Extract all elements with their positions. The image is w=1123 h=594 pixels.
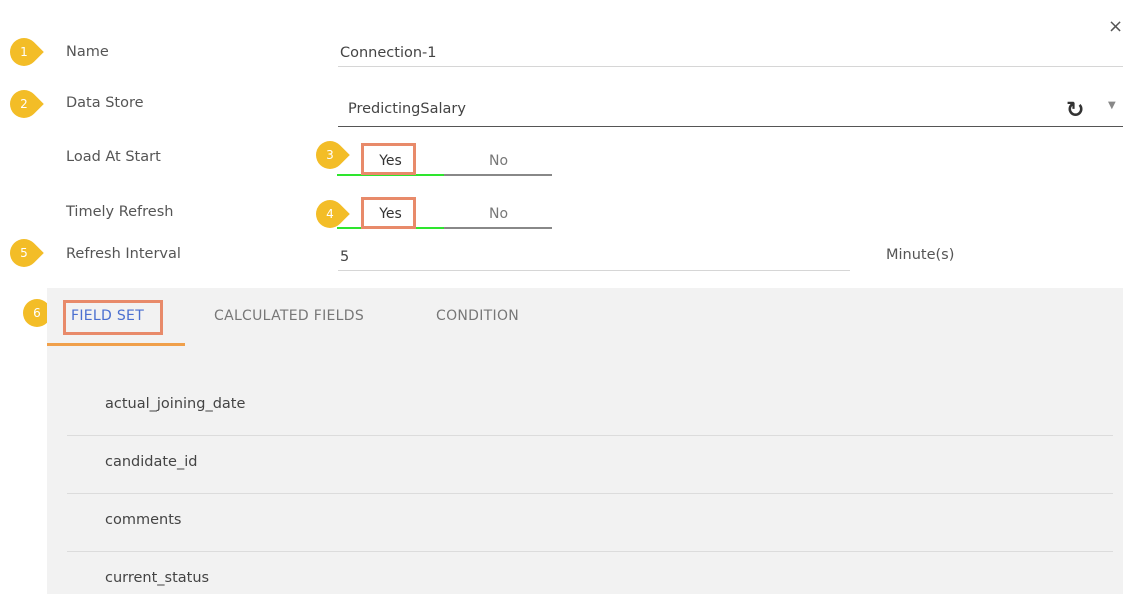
tab-condition[interactable]: CONDITION xyxy=(436,308,519,324)
data-store-select[interactable]: PredictingSalary xyxy=(348,101,466,117)
refresh-interval-underline xyxy=(338,270,850,271)
highlight-box xyxy=(361,143,416,175)
load-at-start-no[interactable]: No xyxy=(445,148,552,174)
field-row[interactable]: comments xyxy=(67,494,1113,552)
callout-marker-5: 5 xyxy=(4,233,44,273)
field-panel: FIELD SET CALCULATED FIELDS CONDITION ac… xyxy=(47,288,1123,594)
name-input[interactable]: Connection-1 xyxy=(340,45,437,61)
callout-marker-2: 2 xyxy=(4,84,44,124)
name-input-underline xyxy=(338,66,1123,67)
load-at-start-label: Load At Start xyxy=(66,149,161,165)
field-row[interactable]: actual_joining_date xyxy=(67,378,1113,436)
field-row[interactable]: candidate_id xyxy=(67,436,1113,494)
field-row[interactable]: current_status xyxy=(67,552,1113,594)
active-tab-indicator xyxy=(47,343,185,346)
refresh-interval-label: Refresh Interval xyxy=(66,246,181,262)
highlight-box xyxy=(361,197,416,229)
tab-calculated-fields[interactable]: CALCULATED FIELDS xyxy=(214,308,364,324)
timely-refresh-no[interactable]: No xyxy=(445,201,552,227)
refresh-interval-unit: Minute(s) xyxy=(886,247,955,263)
highlight-box xyxy=(63,300,163,335)
refresh-icon[interactable]: ↻ xyxy=(1066,98,1084,123)
data-store-underline xyxy=(338,126,1123,127)
callout-marker-1: 1 xyxy=(4,32,44,72)
data-store-label: Data Store xyxy=(66,95,144,111)
refresh-interval-input[interactable]: 5 xyxy=(340,249,349,265)
name-label: Name xyxy=(66,44,109,60)
close-icon[interactable]: × xyxy=(1108,18,1123,36)
dropdown-caret-icon[interactable]: ▼ xyxy=(1108,100,1116,111)
timely-refresh-label: Timely Refresh xyxy=(66,204,174,220)
